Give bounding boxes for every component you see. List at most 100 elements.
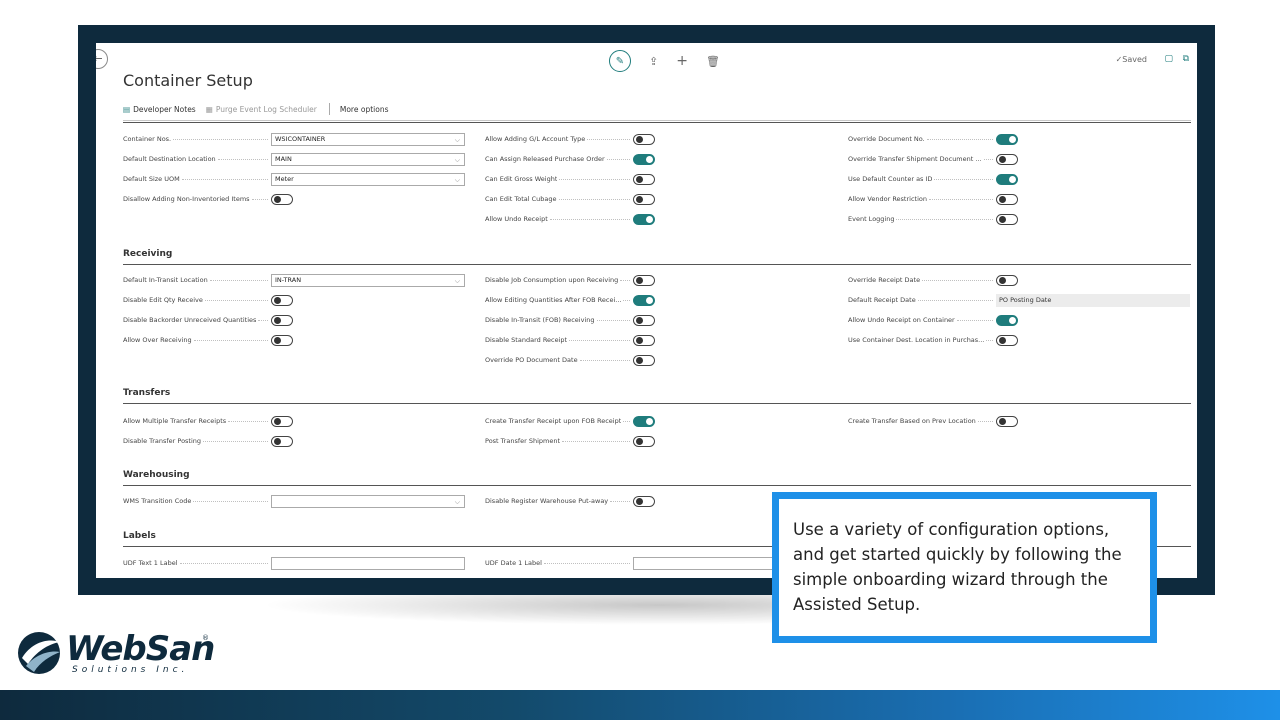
field-value-box[interactable]: PO Posting Date <box>996 293 1190 307</box>
section-title-labels[interactable]: Labels <box>123 531 156 541</box>
field-row: Allow Editing Quantities After FOB Recei… <box>485 293 827 307</box>
toggle-switch[interactable] <box>996 314 1018 326</box>
select-field[interactable]: MAIN ⌵ <box>271 152 465 166</box>
field-row: Allow Adding G/L Account Type <box>485 132 827 146</box>
toggle-switch[interactable] <box>996 153 1018 165</box>
field-label: Default Receipt Date <box>848 296 916 304</box>
toggle-knob <box>636 356 643 364</box>
open-new-icon[interactable]: ⧉ <box>1183 54 1189 64</box>
logo-subtitle: Solutions Inc. <box>72 665 189 675</box>
leader-dots <box>587 138 630 140</box>
toggle-switch[interactable] <box>996 193 1018 205</box>
toggle-switch[interactable] <box>271 415 293 427</box>
toggle-knob <box>274 417 281 425</box>
toggle-switch[interactable] <box>633 294 655 306</box>
field-label: Override PO Document Date <box>485 356 578 364</box>
back-arrow-icon[interactable]: ← <box>96 49 108 69</box>
toggle-knob <box>999 276 1006 284</box>
field-label: Default Size UOM <box>123 175 180 183</box>
section-title-transfers[interactable]: Transfers <box>123 388 170 398</box>
toggle-switch[interactable] <box>633 153 655 165</box>
field-label: Override Transfer Shipment Document ... <box>848 155 982 163</box>
toggle-switch[interactable] <box>271 294 293 306</box>
toggle-switch[interactable] <box>633 274 655 286</box>
toggle-switch[interactable] <box>633 415 655 427</box>
field-row: Override Receipt Date <box>848 273 1190 287</box>
field-row: WMS Transition Code ⌵ <box>123 494 465 508</box>
toggle-switch[interactable] <box>633 314 655 326</box>
field-row: Disable Standard Receipt <box>485 333 827 347</box>
toggle-knob <box>646 417 653 425</box>
share-icon[interactable]: ⇪ <box>649 55 658 68</box>
field-label: Disable In-Transit (FOB) Receiving <box>485 316 595 324</box>
toggle-switch[interactable] <box>996 274 1018 286</box>
field-value: IN-TRAN <box>275 276 302 284</box>
field-label: Allow Editing Quantities After FOB Recei… <box>485 296 622 304</box>
leader-dots <box>203 440 268 442</box>
purge-scheduler-action[interactable]: ▦ Purge Event Log Scheduler <box>206 105 317 114</box>
leader-dots <box>251 198 268 200</box>
field-row: Override Document No. <box>848 132 1190 146</box>
chevron-down-icon: ⌵ <box>454 175 460 184</box>
edit-icon[interactable]: ✎ <box>609 50 631 72</box>
leader-dots <box>217 158 268 160</box>
field-row: Default Size UOM Meter ⌵ <box>123 172 465 186</box>
leader-dots <box>549 218 630 220</box>
leader-dots <box>558 198 630 200</box>
field-row: Disable Transfer Posting <box>123 434 465 448</box>
action-separator <box>328 103 330 115</box>
toggle-switch[interactable] <box>271 314 293 326</box>
field-row: UDF Text 1 Label <box>123 556 465 570</box>
toggle-switch[interactable] <box>633 495 655 507</box>
leader-dots <box>562 440 630 442</box>
toggle-switch[interactable] <box>633 193 655 205</box>
developer-notes-action[interactable]: ▤ Developer Notes <box>123 105 196 114</box>
toggle-knob <box>636 135 643 143</box>
field-row: Disable Edit Qty Receive <box>123 293 465 307</box>
toggle-switch[interactable] <box>271 193 293 205</box>
bookmark-icon[interactable]: ▢ <box>1164 54 1173 64</box>
field-label: Container Nos. <box>123 135 172 143</box>
section-title-warehousing[interactable]: Warehousing <box>123 470 190 480</box>
field-value: MAIN <box>275 155 292 163</box>
select-field[interactable]: WSICONTAINER ⌵ <box>271 132 465 146</box>
toggle-switch[interactable] <box>633 334 655 346</box>
add-icon[interactable]: + <box>676 53 688 69</box>
more-options-action[interactable]: More options <box>340 105 389 114</box>
field-row: Allow Vendor Restriction <box>848 192 1190 206</box>
toggle-knob <box>1009 135 1016 143</box>
toggle-switch[interactable] <box>633 213 655 225</box>
section-title-receiving[interactable]: Receiving <box>123 249 172 259</box>
toggle-switch[interactable] <box>633 133 655 145</box>
delete-icon[interactable]: 🗑 <box>706 55 720 68</box>
callout-box: Use a variety of configuration options, … <box>772 492 1157 643</box>
toggle-switch[interactable] <box>271 435 293 447</box>
field-label: Create Transfer Based on Prev Location <box>848 417 976 425</box>
toggle-switch[interactable] <box>633 435 655 447</box>
field-row: Event Logging <box>848 212 1190 226</box>
toggle-switch[interactable] <box>996 173 1018 185</box>
toggle-knob <box>999 215 1006 223</box>
toggle-switch[interactable] <box>996 133 1018 145</box>
field-row: Disable In-Transit (FOB) Receiving <box>485 313 827 327</box>
field-label: Disable Job Consumption upon Receiving <box>485 276 619 284</box>
select-field[interactable]: IN-TRAN ⌵ <box>271 273 465 287</box>
field-row: Override PO Document Date <box>485 353 827 367</box>
toggle-switch[interactable] <box>271 334 293 346</box>
saved-status: ✓Saved <box>1115 55 1147 64</box>
toggle-switch[interactable] <box>996 415 1018 427</box>
leader-dots <box>977 420 993 422</box>
websan-logo: WebSan ® Solutions Inc. <box>14 628 215 678</box>
toggle-knob <box>636 497 643 505</box>
leader-dots <box>181 178 268 180</box>
select-field[interactable]: Meter ⌵ <box>271 172 465 186</box>
select-field[interactable]: ⌵ <box>271 494 465 508</box>
toggle-knob <box>636 437 643 445</box>
text-field[interactable] <box>271 556 465 570</box>
toggle-switch[interactable] <box>996 334 1018 346</box>
field-label: Can Edit Gross Weight <box>485 175 558 183</box>
toggle-switch[interactable] <box>633 354 655 366</box>
toggle-switch[interactable] <box>633 173 655 185</box>
leader-dots <box>193 339 268 341</box>
toggle-switch[interactable] <box>996 213 1018 225</box>
